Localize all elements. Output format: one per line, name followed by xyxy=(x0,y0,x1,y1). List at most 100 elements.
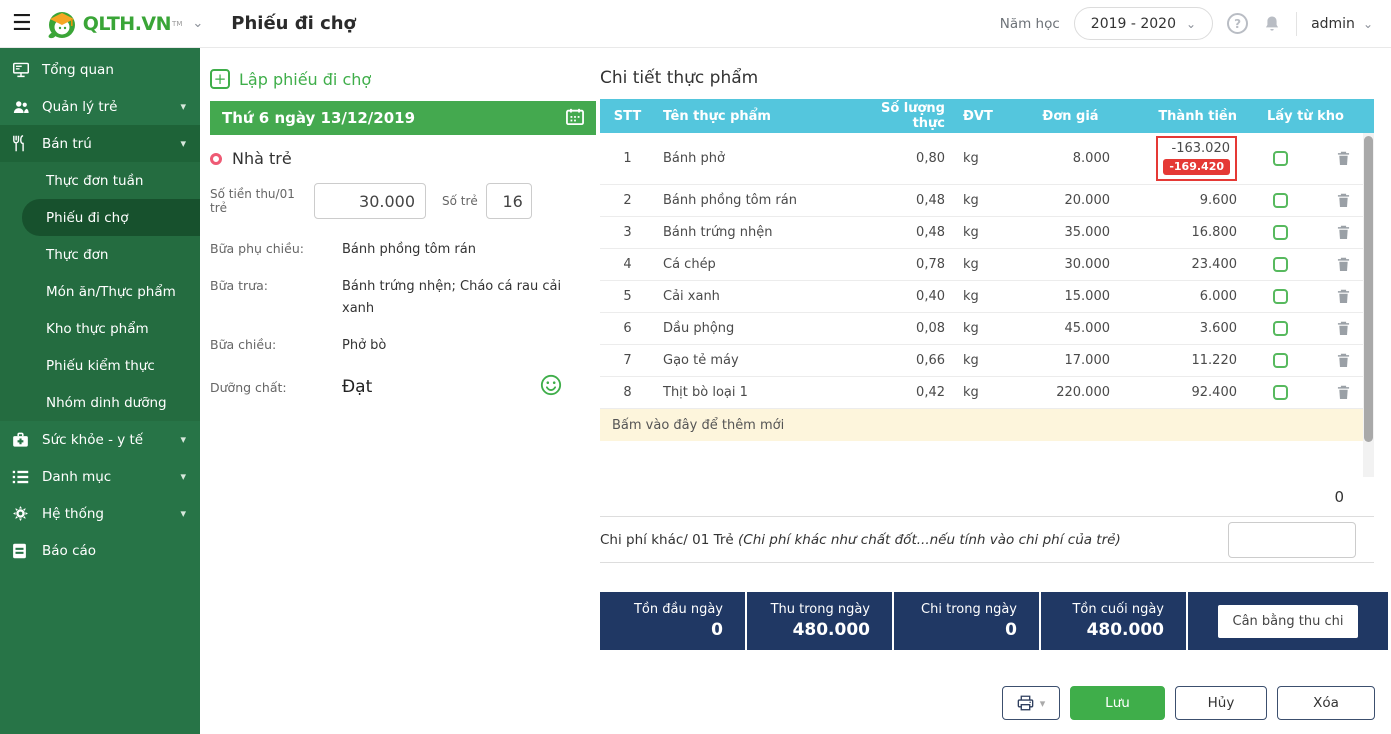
hamburger-menu-icon[interactable]: ☰ xyxy=(12,13,32,35)
summary-card-thu-trong-ngay: Thu trong ngày 480.000 xyxy=(747,592,892,650)
table-empty-space xyxy=(600,441,1363,477)
page-title: Phiếu đi chợ xyxy=(231,13,356,34)
col-header-total: Thành tiền xyxy=(1110,109,1237,124)
sidebar-nav: Tổng quan Quản lý trẻ ▾ Bán trú ▾ Thực đ… xyxy=(0,48,200,734)
nutrition-label: Dưỡng chất: xyxy=(210,380,342,395)
table-row[interactable]: 8 Thịt bò loại 1 0,42 kg 220.000 92.400 xyxy=(600,377,1363,409)
table-row[interactable]: 7 Gạo tẻ máy 0,66 kg 17.000 11.220 xyxy=(600,345,1363,377)
print-button[interactable]: ▾ xyxy=(1002,686,1060,720)
cell-stt: 3 xyxy=(600,225,655,240)
col-header-qty: Số lượng thực xyxy=(853,101,945,131)
trash-icon[interactable] xyxy=(1337,151,1350,166)
balance-button[interactable]: Cân bằng thu chi xyxy=(1218,605,1359,638)
cell-name: Bánh trứng nhện xyxy=(655,225,853,240)
scrollbar-thumb[interactable] xyxy=(1364,136,1373,442)
cell-stt: 2 xyxy=(600,193,655,208)
create-ticket-button[interactable]: + Lập phiếu đi chợ xyxy=(210,69,596,89)
sidebar-item-kho-thuc-pham[interactable]: Kho thực phẩm xyxy=(0,310,200,347)
other-cost-note-text: (Chi phí khác như chất đốt...nếu tính và… xyxy=(738,532,1121,548)
sidebar-item-nhom-dinh-duong[interactable]: Nhóm dinh dưỡng xyxy=(0,384,200,421)
other-cost-input[interactable] xyxy=(1228,522,1356,558)
date-label: Thứ 6 ngày 13/12/2019 xyxy=(222,109,415,127)
cell-total: 23.400 xyxy=(1110,257,1237,272)
col-header-stock: Lấy từ kho xyxy=(1237,109,1374,124)
stock-checkbox[interactable] xyxy=(1273,151,1288,166)
stock-checkbox[interactable] xyxy=(1273,321,1288,336)
create-ticket-label: Lập phiếu đi chợ xyxy=(239,70,371,89)
cell-name: Thịt bò loại 1 xyxy=(655,385,853,400)
sidebar-item-bao-cao[interactable]: Báo cáo xyxy=(0,532,200,569)
cell-total: 92.400 xyxy=(1110,385,1237,400)
help-icon[interactable]: ? xyxy=(1227,13,1248,34)
date-picker-bar[interactable]: Thứ 6 ngày 13/12/2019 xyxy=(210,101,596,135)
sidebar-item-danh-muc[interactable]: Danh mục ▾ xyxy=(0,458,200,495)
sidebar-item-suc-khoe-y-te[interactable]: Sức khỏe - y tế ▾ xyxy=(0,421,200,458)
summary-card-ton-dau-ngay: Tồn đầu ngày 0 xyxy=(600,592,745,650)
table-scrollbar[interactable] xyxy=(1363,133,1374,477)
trash-icon[interactable] xyxy=(1337,321,1350,336)
sidebar-item-label: Sức khỏe - y tế xyxy=(42,432,143,448)
add-new-row[interactable]: Bấm vào đây để thêm mới xyxy=(600,409,1363,441)
cell-price: 35.000 xyxy=(1005,225,1110,240)
table-row[interactable]: 2 Bánh phồng tôm rán 0,48 kg 20.000 9.60… xyxy=(600,185,1363,217)
children-count-input[interactable] xyxy=(486,183,532,219)
app-logo[interactable]: QLTH.VN TM ⌄ xyxy=(46,8,204,40)
meal-row: Bữa trưa: Bánh trứng nhện; Cháo cá rau c… xyxy=(210,278,596,320)
medkit-icon xyxy=(12,431,32,449)
sidebar-item-mon-an-thuc-pham[interactable]: Món ăn/Thực phẩm xyxy=(0,273,200,310)
col-header-unit: ĐVT xyxy=(945,109,1005,124)
user-menu[interactable]: admin ⌄ xyxy=(1311,16,1373,32)
sidebar-item-phieu-di-cho[interactable]: Phiếu đi chợ xyxy=(22,199,200,236)
stock-checkbox[interactable] xyxy=(1273,353,1288,368)
bell-icon[interactable] xyxy=(1262,14,1282,34)
sidebar-item-phieu-kiem-thuc[interactable]: Phiếu kiểm thực xyxy=(0,347,200,384)
sidebar-item-tong-quan[interactable]: Tổng quan xyxy=(0,51,200,88)
trash-icon[interactable] xyxy=(1337,193,1350,208)
utensils-icon xyxy=(12,135,32,153)
stock-checkbox[interactable] xyxy=(1273,289,1288,304)
sidebar-item-ban-tru[interactable]: Bán trú ▾ xyxy=(0,125,200,162)
stock-checkbox[interactable] xyxy=(1273,225,1288,240)
stock-checkbox[interactable] xyxy=(1273,385,1288,400)
save-button[interactable]: Lưu xyxy=(1070,686,1165,720)
sidebar-item-thuc-don[interactable]: Thực đơn xyxy=(0,236,200,273)
school-year-select[interactable]: 2019 - 2020 ⌄ xyxy=(1074,7,1213,40)
stock-checkbox[interactable] xyxy=(1273,257,1288,272)
cell-name: Bánh phở xyxy=(655,151,853,166)
sidebar-item-label: Hệ thống xyxy=(42,506,104,522)
sidebar-item-thuc-don-tuan[interactable]: Thực đơn tuần xyxy=(0,162,200,199)
sidebar-item-he-thong[interactable]: Hệ thống ▾ xyxy=(0,495,200,532)
app-root: ☰ QLTH.VN TM ⌄ Phiếu đi chợ Năm học 2019… xyxy=(0,0,1391,734)
delete-button[interactable]: Xóa xyxy=(1277,686,1375,720)
cell-stt: 1 xyxy=(600,151,655,166)
trash-icon[interactable] xyxy=(1337,257,1350,272)
cell-total: 6.000 xyxy=(1110,289,1237,304)
sidebar-item-label: Tổng quan xyxy=(42,62,114,78)
table-row[interactable]: 4 Cá chép 0,78 kg 30.000 23.400 xyxy=(600,249,1363,281)
logo-chevron-down-icon[interactable]: ⌄ xyxy=(192,16,203,31)
trash-icon[interactable] xyxy=(1337,353,1350,368)
cancel-button[interactable]: Hủy xyxy=(1175,686,1267,720)
fee-input[interactable] xyxy=(314,183,426,219)
table-row[interactable]: 6 Dầu phộng 0,08 kg 45.000 3.600 xyxy=(600,313,1363,345)
report-icon xyxy=(12,542,32,560)
trash-icon[interactable] xyxy=(1337,225,1350,240)
summary-card-chi-trong-ngay: Chi trong ngày 0 xyxy=(894,592,1039,650)
table-row[interactable]: 1 Bánh phở 0,80 kg 8.000 -163.020 -169.4… xyxy=(600,133,1363,185)
cell-total: 11.220 xyxy=(1110,353,1237,368)
logo-tm: TM xyxy=(172,20,182,28)
trash-icon[interactable] xyxy=(1337,385,1350,400)
meal-label: Bữa chiều: xyxy=(210,337,342,357)
stock-checkbox[interactable] xyxy=(1273,193,1288,208)
monitor-icon xyxy=(12,61,32,79)
sidebar-item-quan-ly-tre[interactable]: Quản lý trẻ ▾ xyxy=(0,88,200,125)
summary-card-ton-cuoi-ngay: Tồn cuối ngày 480.000 xyxy=(1041,592,1186,650)
logo-text: QLTH.VN xyxy=(83,13,171,35)
fee-row: Số tiền thu/01 trẻ Số trẻ xyxy=(210,183,596,219)
table-row[interactable]: 5 Cải xanh 0,40 kg 15.000 6.000 xyxy=(600,281,1363,313)
cell-qty: 0,66 xyxy=(853,353,945,368)
topbar-divider xyxy=(1296,12,1297,36)
trash-icon[interactable] xyxy=(1337,289,1350,304)
sidebar-item-label: Quản lý trẻ xyxy=(42,99,117,115)
table-row[interactable]: 3 Bánh trứng nhện 0,48 kg 35.000 16.800 xyxy=(600,217,1363,249)
